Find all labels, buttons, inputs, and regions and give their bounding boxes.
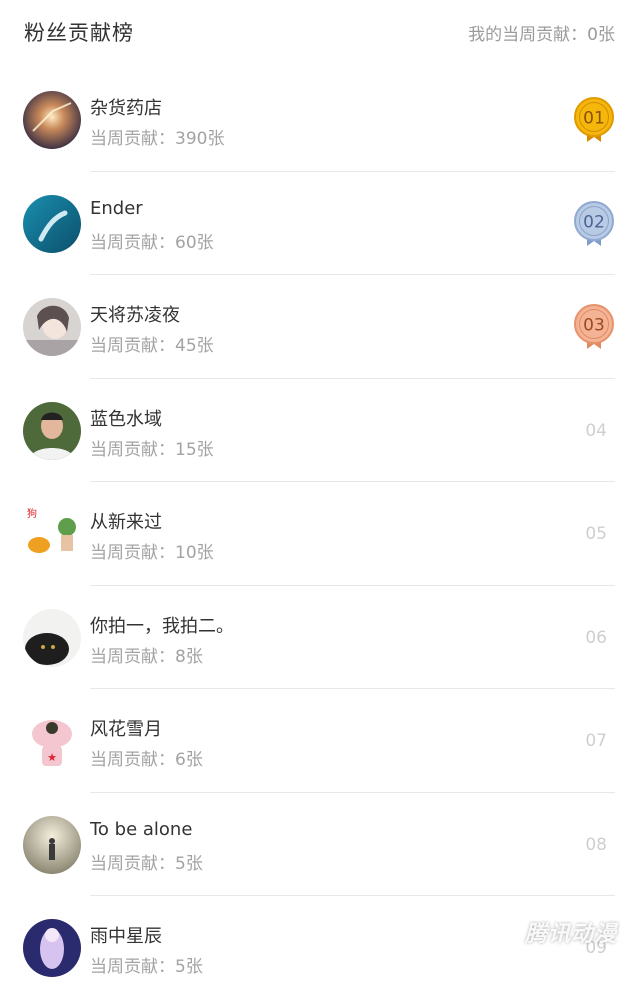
my-weekly-contribution: 我的当周贡献：0张 <box>468 24 615 45</box>
weekly-contribution: 当周贡献：45张 <box>90 336 214 356</box>
rank-number: 04 <box>585 420 607 441</box>
list-item[interactable]: 狗 从新来过 当周贡献：10张 05 <box>0 482 639 586</box>
svg-text:狗: 狗 <box>27 507 37 520</box>
header: 粉丝贡献榜 我的当周贡献：0张 <box>0 0 639 64</box>
watermark-logo: 腾讯动漫 <box>524 922 617 947</box>
weekly-contribution: 当周贡献：60张 <box>90 232 214 253</box>
fan-name: 杂货药店 <box>90 98 162 119</box>
weekly-contribution: 当周贡献：6张 <box>90 750 203 770</box>
list-item[interactable]: Ender 当周贡献：60张 02 <box>0 172 639 275</box>
list-item[interactable]: ★ 风花雪月 当周贡献：6张 07 <box>0 689 639 793</box>
gold-medal-icon: 01 <box>574 97 614 142</box>
avatar[interactable] <box>23 401 81 460</box>
weekly-contribution: 当周贡献：15张 <box>90 439 214 460</box>
rank-number: 08 <box>585 834 607 855</box>
weekly-contribution: 当周贡献：390张 <box>90 129 225 149</box>
fan-name: 你拍一，我拍二。 <box>90 615 234 637</box>
fan-name: 蓝色水域 <box>90 408 162 430</box>
list-item[interactable]: To be alone 当周贡献：5张 08 <box>0 793 639 896</box>
rank-number: 07 <box>585 731 607 751</box>
fan-name: Ender <box>90 197 143 219</box>
silver-medal-icon: 02 <box>574 200 614 246</box>
list-item[interactable]: 蓝色水域 当周贡献：15张 04 <box>0 379 639 482</box>
fan-name: 风花雪月 <box>90 719 162 740</box>
fan-name: 天将苏凌夜 <box>90 305 180 326</box>
fan-name: 雨中星辰 <box>90 926 162 947</box>
weekly-contribution: 当周贡献：5张 <box>90 853 203 874</box>
rank-number: 03 <box>583 316 605 336</box>
rank-number: 06 <box>585 627 607 648</box>
list-item[interactable]: 杂货药店 当周贡献：390张 01 <box>0 68 639 172</box>
fan-ranking-list: 杂货药店 当周贡献：390张 01 Ender 当周贡献：60张 02 天将苏凌… <box>0 68 639 1000</box>
rank-number: 02 <box>583 212 605 232</box>
rank-number: 05 <box>585 524 607 544</box>
weekly-contribution: 当周贡献：10张 <box>90 543 214 563</box>
page-title: 粉丝贡献榜 <box>24 21 134 45</box>
weekly-contribution: 当周贡献：8张 <box>90 646 203 667</box>
avatar[interactable] <box>23 608 81 667</box>
avatar[interactable] <box>23 815 81 874</box>
svg-text:★: ★ <box>47 751 57 764</box>
avatar[interactable]: ★ <box>23 712 81 770</box>
avatar[interactable] <box>23 919 81 977</box>
rank-number: 01 <box>583 109 605 129</box>
list-item[interactable]: 天将苏凌夜 当周贡献：45张 03 <box>0 275 639 379</box>
avatar[interactable] <box>23 298 81 356</box>
avatar[interactable] <box>23 194 81 253</box>
list-item[interactable]: 你拍一，我拍二。 当周贡献：8张 06 <box>0 586 639 689</box>
avatar[interactable]: 狗 <box>23 505 81 563</box>
fan-name: To be alone <box>90 818 193 840</box>
fan-name: 从新来过 <box>90 512 162 533</box>
bronze-medal-icon: 03 <box>574 304 614 349</box>
weekly-contribution: 当周贡献：5张 <box>90 957 203 977</box>
avatar[interactable] <box>23 91 81 149</box>
